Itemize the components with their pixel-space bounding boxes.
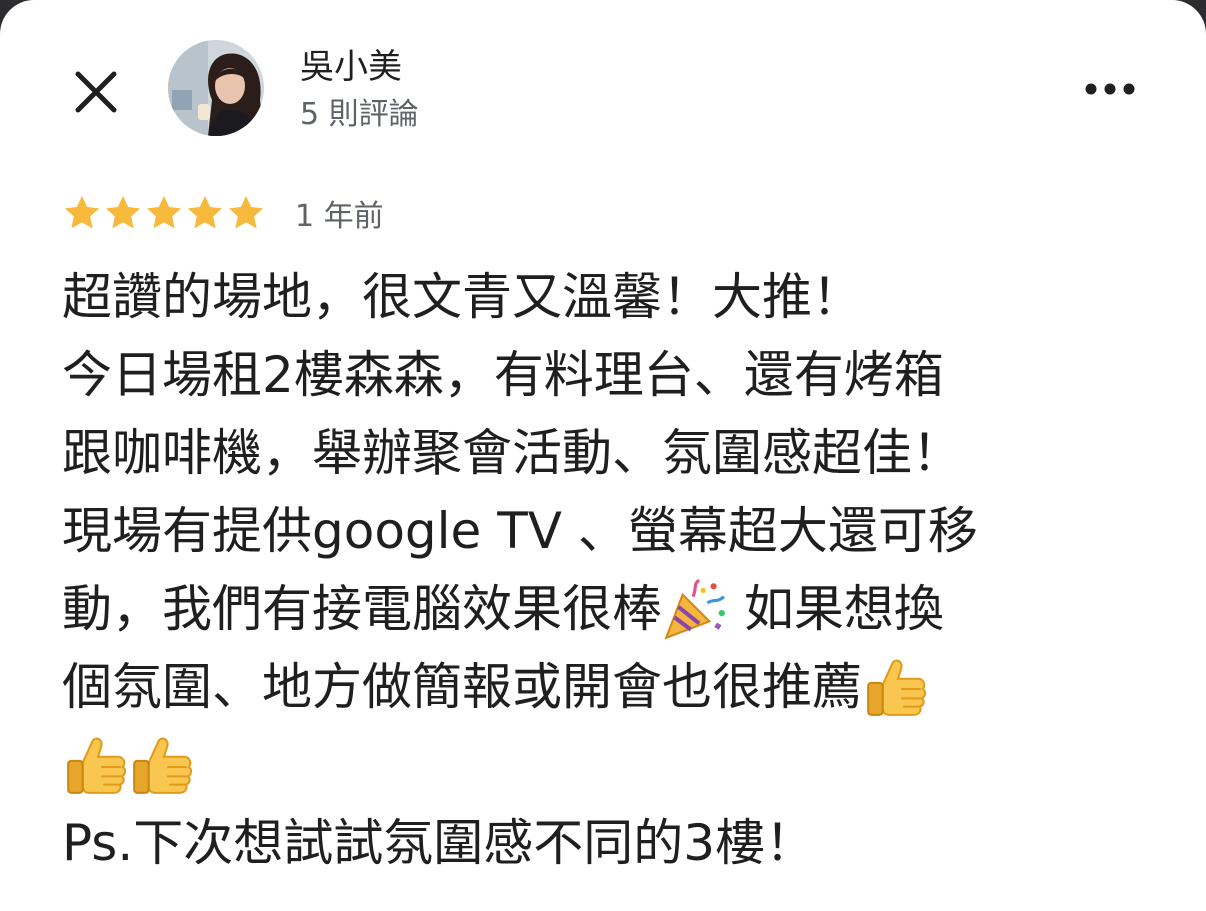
review-line: 跟咖啡機，舉辦聚會活動、氛圍感超佳！ [62, 414, 1172, 492]
avatar[interactable] [168, 40, 264, 136]
review-card: 吳小美 5 則評論 1 年前 超讚的場地，很文青又溫馨！大推！ 今日場租2樓森森，… [0, 0, 1206, 911]
review-line: 今日場租2樓森森，有料理台、還有烤箱 [62, 336, 1172, 414]
star-icon [65, 196, 99, 229]
review-line: 現場有提供google TV 、螢幕超大還可移 [62, 492, 1172, 570]
star-icon [147, 196, 181, 229]
review-line-text: 動，我們有接電腦效果很棒 [62, 580, 662, 638]
avatar-photo [168, 40, 264, 136]
review-count: 5 則評論 [300, 97, 419, 132]
more-options-button[interactable] [1072, 64, 1148, 114]
review-line-text: Ps.下次想試試氛圍感不同的3樓！ [62, 814, 816, 872]
close-icon [75, 71, 117, 113]
review-line: 個氛圍、地方做簡報或開會也很推薦 [62, 648, 1172, 726]
review-text: 超讚的場地，很文青又溫馨！大推！ 今日場租2樓森森，有料理台、還有烤箱 跟咖啡機，舉… [62, 258, 1172, 882]
thumbs-up-icon [133, 737, 193, 794]
review-line: Ps.下次想試試氛圍感不同的3樓！ [62, 804, 1172, 882]
thumbs-up-icon [67, 737, 127, 794]
close-button[interactable] [62, 58, 130, 126]
rating-row: 1 年前 [62, 188, 384, 238]
star-icon [229, 196, 263, 229]
review-line-text: 超讚的場地，很文青又溫馨！大推！ [62, 268, 862, 326]
star-icon [188, 196, 222, 229]
reviewer-name[interactable]: 吳小美 [300, 44, 402, 90]
review-line: 超讚的場地，很文青又溫馨！大推！ [62, 258, 1172, 336]
star-icon [106, 196, 140, 229]
review-line [62, 726, 1172, 804]
star-rating [62, 193, 267, 233]
review-line-text: 跟咖啡機，舉辦聚會活動、氛圍感超佳！ [62, 424, 962, 482]
review-time: 1 年前 [295, 199, 384, 234]
review-line: 動，我們有接電腦效果很棒 如果想換 [62, 570, 1172, 648]
review-line-text: 如果想換 [728, 580, 944, 638]
party-popper-icon [664, 578, 725, 640]
review-line-text: 現場有提供google TV 、螢幕超大還可移 [62, 502, 978, 560]
more-horizontal-icon [1085, 83, 1135, 95]
thumbs-up-icon [867, 659, 927, 716]
review-line-text: 今日場租2樓森森，有料理台、還有烤箱 [62, 346, 944, 404]
review-line-text: 個氛圍、地方做簡報或開會也很推薦 [62, 658, 862, 716]
